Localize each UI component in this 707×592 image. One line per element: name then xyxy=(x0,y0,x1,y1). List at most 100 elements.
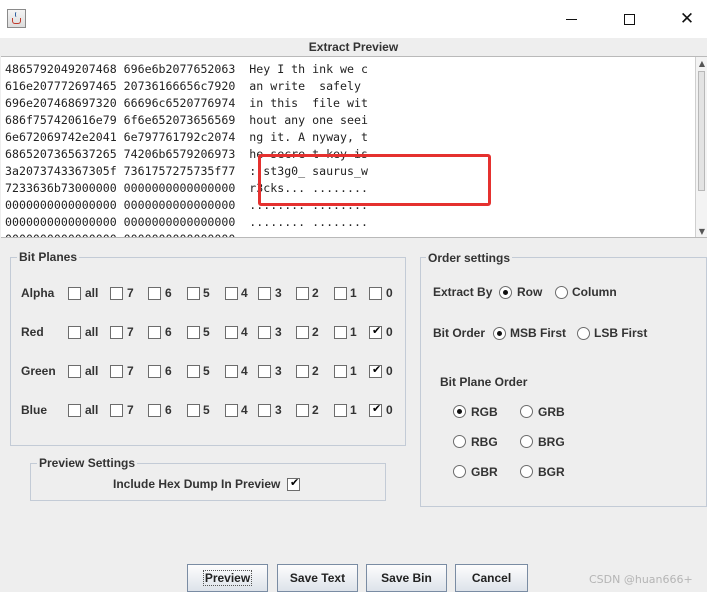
checkbox-green-4[interactable] xyxy=(225,365,238,378)
scroll-down-arrow-icon[interactable]: ▼ xyxy=(697,227,707,237)
maximize-button[interactable] xyxy=(600,0,658,38)
vertical-scrollbar[interactable]: ▲ ▼ xyxy=(695,57,707,237)
bpo-grb-radio[interactable] xyxy=(520,405,533,418)
bit-plane-column-label: 7 xyxy=(127,286,134,300)
bit-plane-column-label: 3 xyxy=(275,364,282,378)
checkbox-blue-3[interactable] xyxy=(258,404,271,417)
csdn-watermark: CSDN @huan666+ xyxy=(589,573,693,586)
checkbox-green-7[interactable] xyxy=(110,365,123,378)
checkbox-blue-0[interactable]: ✔ xyxy=(369,402,382,417)
checkbox-alpha-3[interactable] xyxy=(258,287,271,300)
java-steam-shape xyxy=(15,12,18,17)
checkbox-alpha-2[interactable] xyxy=(296,287,309,300)
checkbox-red-4[interactable] xyxy=(225,326,238,339)
save-text-button[interactable]: Save Text xyxy=(277,564,358,592)
bit-plane-column-label: 1 xyxy=(350,325,357,339)
checkbox-alpha-0[interactable] xyxy=(369,287,382,300)
extract-by-row-radio[interactable] xyxy=(499,286,512,299)
checkbox-blue-6[interactable] xyxy=(148,404,161,417)
extract-by-label: Extract By xyxy=(433,285,493,299)
bit-plane-column-label: 7 xyxy=(127,403,134,417)
save-bin-button[interactable]: Save Bin xyxy=(366,564,447,592)
checkbox-alpha-7[interactable] xyxy=(110,287,123,300)
bit-order-msb-radio[interactable] xyxy=(493,327,506,340)
java-cup-shape xyxy=(12,18,21,24)
bit-plane-column-label: all xyxy=(85,364,99,378)
scroll-up-arrow-icon[interactable]: ▲ xyxy=(697,59,707,69)
bpo-bgr-radio[interactable] xyxy=(520,465,533,478)
bit-plane-column-label: 1 xyxy=(350,364,357,378)
checkbox-red-0[interactable]: ✔ xyxy=(369,324,382,339)
checkbox-blue-2[interactable] xyxy=(296,404,309,417)
bit-plane-column-label: 4 xyxy=(241,364,248,378)
secret-key-highlight-box xyxy=(258,154,491,206)
checkbox-red-2[interactable] xyxy=(296,326,309,339)
extract-by-column-radio[interactable] xyxy=(555,286,568,299)
checkbox-blue-7[interactable] xyxy=(110,404,123,417)
checkbox-red-6[interactable] xyxy=(148,326,161,339)
bpo-bgr-label: BGR xyxy=(538,465,565,479)
checkbox-green-6[interactable] xyxy=(148,365,161,378)
checkbox-alpha-1[interactable] xyxy=(334,287,347,300)
bpo-brg-radio[interactable] xyxy=(520,435,533,448)
bit-plane-order-label: Bit Plane Order xyxy=(440,375,528,389)
minimize-button[interactable] xyxy=(542,0,600,38)
checkbox-blue-all[interactable] xyxy=(68,404,81,417)
checkbox-alpha-5[interactable] xyxy=(187,287,200,300)
checkbox-red-7[interactable] xyxy=(110,326,123,339)
checkmark-icon: ✔ xyxy=(372,402,382,415)
checkbox-green-0[interactable]: ✔ xyxy=(369,363,382,378)
bpo-rgb-radio[interactable] xyxy=(453,405,466,418)
checkbox-red-3[interactable] xyxy=(258,326,271,339)
close-button[interactable]: ✕ xyxy=(658,0,707,38)
preview-button[interactable]: Preview xyxy=(187,564,268,592)
focus-ring xyxy=(203,570,252,586)
bit-plane-column-label: 2 xyxy=(312,286,319,300)
bit-plane-column-label: 0 xyxy=(386,325,393,339)
hex-dump-label: Include Hex Dump In Preview xyxy=(113,477,281,491)
preview-line: 4865792049207468 696e6b2077652063 Hey I … xyxy=(5,62,368,76)
java-app-icon xyxy=(7,9,26,28)
bit-plane-column-label: 3 xyxy=(275,325,282,339)
checkbox-green-all[interactable] xyxy=(68,365,81,378)
preview-line: 696e207468697320 66696c6520776974 in thi… xyxy=(5,96,368,110)
preview-settings-panel: Preview Settings Include Hex Dump In Pre… xyxy=(30,456,386,501)
bit-planes-legend: Bit Planes xyxy=(17,250,80,264)
hex-dump-checkbox[interactable]: ✔ xyxy=(287,476,300,491)
bpo-gbr-label: GBR xyxy=(471,465,498,479)
checkbox-blue-5[interactable] xyxy=(187,404,200,417)
preview-text-area[interactable]: ▲ ▼ 4865792049207468 696e6b2077652063 He… xyxy=(1,56,707,238)
bit-plane-row-label-alpha: Alpha xyxy=(21,286,55,300)
checkbox-red-1[interactable] xyxy=(334,326,347,339)
cancel-button[interactable]: Cancel xyxy=(455,564,528,592)
checkbox-green-1[interactable] xyxy=(334,365,347,378)
bit-plane-column-label: all xyxy=(85,325,99,339)
checkbox-green-5[interactable] xyxy=(187,365,200,378)
checkmark-icon: ✔ xyxy=(290,476,300,489)
bit-plane-column-label: 4 xyxy=(241,325,248,339)
radio-selected-dot xyxy=(503,290,508,295)
scroll-thumb[interactable] xyxy=(698,71,705,191)
bit-plane-column-label: 0 xyxy=(386,364,393,378)
checkbox-red-all[interactable] xyxy=(68,326,81,339)
checkbox-blue-1[interactable] xyxy=(334,404,347,417)
checkbox-green-3[interactable] xyxy=(258,365,271,378)
checkbox-red-5[interactable] xyxy=(187,326,200,339)
radio-selected-dot xyxy=(497,331,502,336)
bit-plane-column-label: all xyxy=(85,403,99,417)
close-icon: ✕ xyxy=(679,9,695,29)
checkbox-alpha-4[interactable] xyxy=(225,287,238,300)
bit-plane-row-label-red: Red xyxy=(21,325,44,339)
bit-order-lsb-label: LSB First xyxy=(594,326,648,340)
checkbox-alpha-6[interactable] xyxy=(148,287,161,300)
extract-by-row-label: Row xyxy=(517,285,543,299)
checkbox-green-2[interactable] xyxy=(296,365,309,378)
bpo-rbg-radio[interactable] xyxy=(453,435,466,448)
bpo-gbr-radio[interactable] xyxy=(453,465,466,478)
order-settings-legend: Order settings xyxy=(426,251,513,265)
bpo-brg-label: BRG xyxy=(538,435,565,449)
bit-order-lsb-radio[interactable] xyxy=(577,327,590,340)
bit-plane-row-label-green: Green xyxy=(21,364,56,378)
checkbox-alpha-all[interactable] xyxy=(68,287,81,300)
checkbox-blue-4[interactable] xyxy=(225,404,238,417)
